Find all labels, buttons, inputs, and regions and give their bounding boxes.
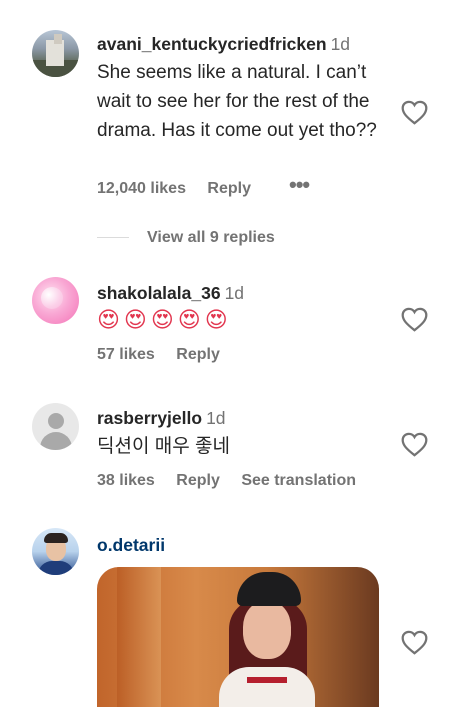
comment-text: 😍😍😍😍😍: [97, 307, 232, 332]
username[interactable]: shakolalala_36: [97, 283, 221, 303]
heart-outline-icon[interactable]: [401, 100, 428, 125]
avatar[interactable]: [32, 528, 79, 575]
reply-button[interactable]: Reply: [207, 180, 251, 197]
more-horizontal-icon[interactable]: •••: [289, 172, 310, 198]
username[interactable]: o.detarii: [97, 535, 165, 555]
heart-outline-icon[interactable]: [401, 307, 428, 332]
avatar[interactable]: [32, 277, 79, 324]
heart-outline-icon[interactable]: [401, 432, 428, 457]
likes-count[interactable]: 12,040 likes: [97, 180, 186, 197]
avatar[interactable]: [32, 30, 79, 77]
comment-body: rasberryjello 1d 딕션이 매우 좋네: [97, 406, 387, 461]
heart-outline-icon[interactable]: [401, 630, 428, 655]
comment-text: She seems like a natural. I can’t wait t…: [97, 62, 377, 141]
comment-header: rasberryjello 1d: [97, 406, 387, 430]
comment-header: o.detarii: [97, 533, 387, 557]
timestamp: 1d: [330, 34, 351, 54]
comment-body: shakolalala_36 1d 😍😍😍😍😍: [97, 281, 387, 335]
timestamp: 1d: [224, 283, 245, 303]
comment-header: avani_kentuckycriedfricken 1d: [97, 32, 387, 56]
likes-count[interactable]: 57 likes: [97, 346, 155, 363]
see-translation-button[interactable]: See translation: [241, 472, 356, 489]
likes-count[interactable]: 38 likes: [97, 472, 155, 489]
username[interactable]: avani_kentuckycriedfricken: [97, 34, 327, 54]
comment-body: avani_kentuckycriedfricken 1d She seems l…: [97, 32, 387, 145]
comment-actions: 38 likes Reply See translation: [97, 472, 373, 490]
avatar[interactable]: [32, 403, 79, 450]
comment-media-image[interactable]: [97, 567, 379, 707]
reply-button[interactable]: Reply: [176, 346, 220, 363]
view-replies-label: View all 9 replies: [147, 229, 275, 246]
timestamp: 1d: [206, 408, 226, 428]
reply-button[interactable]: Reply: [176, 472, 220, 489]
view-replies-button[interactable]: View all 9 replies: [97, 229, 275, 247]
comment-actions: 12,040 likes Reply: [97, 180, 268, 198]
divider: [97, 237, 129, 239]
comment-actions: 57 likes Reply: [97, 346, 237, 364]
comment-text: 딕션이 매우 좋네: [97, 436, 230, 457]
comment-header: shakolalala_36 1d: [97, 281, 387, 305]
comment-body: o.detarii: [97, 533, 387, 557]
username[interactable]: rasberryjello: [97, 408, 202, 428]
